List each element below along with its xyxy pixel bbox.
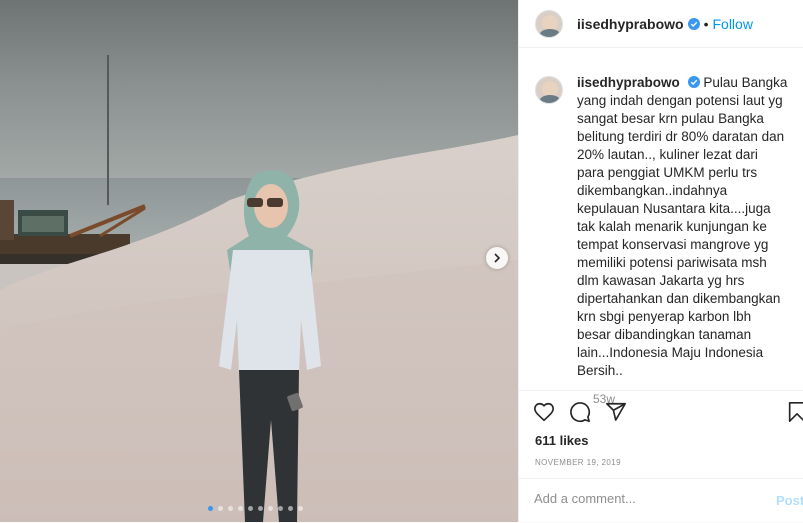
- avatar[interactable]: [535, 9, 563, 38]
- share-button[interactable]: [603, 399, 629, 425]
- action-icons: [531, 399, 629, 425]
- post-side-panel: iisedhyprabowo • Follow iisedhyprabowo P…: [518, 0, 803, 522]
- post-date[interactable]: November 19, 2019: [535, 458, 621, 467]
- comment-button[interactable]: [567, 399, 593, 425]
- post-comment-button[interactable]: Post: [776, 493, 803, 508]
- share-icon: [606, 402, 626, 421]
- carousel-dot: [258, 506, 263, 511]
- add-comment-bar: Post: [519, 478, 803, 523]
- instagram-post: iisedhyprabowo • Follow iisedhyprabowo P…: [0, 0, 803, 522]
- post-header: iisedhyprabowo • Follow: [519, 0, 803, 48]
- carousel-dot: [278, 506, 283, 511]
- carousel-dot: [228, 506, 233, 511]
- verified-badge-icon: [687, 76, 700, 88]
- like-button[interactable]: [531, 399, 557, 425]
- header-separator: •: [703, 15, 709, 32]
- carousel-dot: [238, 506, 243, 511]
- carousel-dot: [268, 506, 273, 511]
- header-username[interactable]: iisedhyprabowo: [577, 16, 684, 32]
- post-actions: 611 likes November 19, 2019 Post: [519, 390, 803, 520]
- bookmark-icon: [788, 402, 803, 422]
- caption-avatar[interactable]: [535, 76, 563, 104]
- save-button[interactable]: [784, 399, 803, 425]
- carousel-dot: [218, 506, 223, 511]
- likes-count[interactable]: 611 likes: [535, 433, 589, 448]
- caption-username[interactable]: iisedhyprabowo: [577, 75, 680, 90]
- woman-figure: [219, 170, 321, 522]
- carousel-dot: [298, 506, 303, 511]
- carousel-indicator: [208, 506, 303, 511]
- chevron-right-icon: [494, 253, 501, 263]
- comments-area: iisedhyprabowo Pulau Bangka yang indah d…: [519, 60, 803, 406]
- next-photo-button[interactable]: [486, 247, 508, 269]
- comment-input[interactable]: [534, 491, 764, 506]
- follow-button[interactable]: Follow: [712, 16, 752, 32]
- carousel-dot: [288, 506, 293, 511]
- caption: iisedhyprabowo Pulau Bangka yang indah d…: [577, 74, 788, 380]
- caption-row: iisedhyprabowo Pulau Bangka yang indah d…: [535, 74, 788, 380]
- comment-icon: [570, 402, 591, 423]
- verified-badge-icon: [687, 17, 700, 30]
- carousel-dot: [248, 506, 253, 511]
- caption-text: Pulau Bangka yang indah dengan potensi l…: [577, 75, 788, 378]
- heart-icon: [534, 402, 554, 422]
- carousel-dot: [208, 506, 213, 511]
- post-photo[interactable]: [0, 0, 518, 522]
